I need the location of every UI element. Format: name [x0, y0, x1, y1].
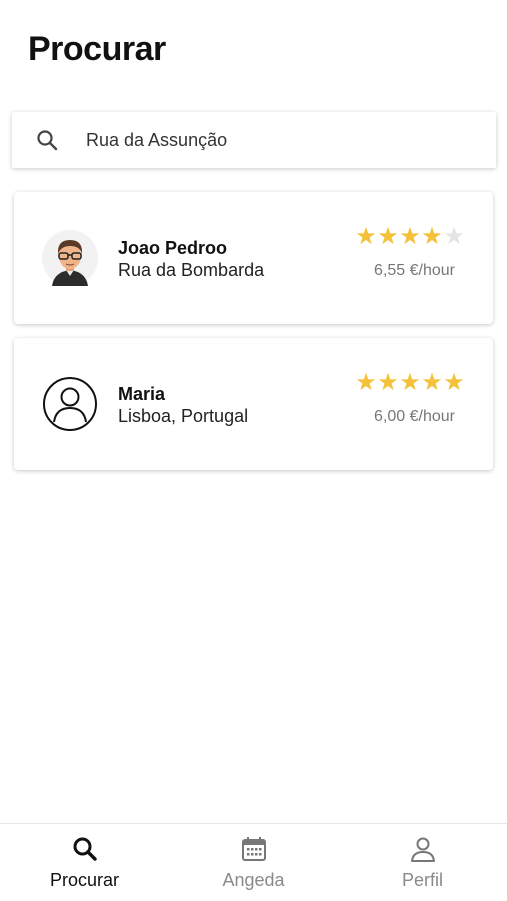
star-filled-icon: ★	[421, 369, 443, 396]
star-filled-icon: ★	[355, 223, 377, 250]
star-filled-icon: ★	[399, 369, 421, 396]
nav-label: Perfil	[401, 870, 443, 890]
nav-label: Angeda	[222, 870, 285, 890]
search-icon	[34, 127, 60, 153]
result-location: Rua da Bombarda	[118, 260, 265, 280]
cartoon-avatar-icon	[42, 230, 98, 286]
search-icon	[70, 834, 100, 864]
star-empty-icon: ★	[443, 223, 465, 250]
nav-label: Procurar	[49, 870, 120, 890]
result-card[interactable]: Maria Lisboa, Portugal ★ ★ ★ ★ ★ 6,00 €/hour	[14, 338, 493, 470]
star-filled-icon: ★	[355, 369, 377, 396]
result-name: Joao Pedroo	[118, 238, 228, 258]
search-input[interactable]	[86, 129, 466, 151]
page-title: Procurar	[28, 30, 166, 68]
rating-stars: ★ ★ ★ ★ ★	[355, 370, 465, 396]
result-price: 6,00 €/hour	[374, 408, 455, 425]
star-filled-icon: ★	[399, 223, 421, 250]
star-filled-icon: ★	[377, 223, 399, 250]
result-price: 6,55 €/hour	[374, 262, 455, 279]
search-bar[interactable]	[12, 112, 496, 168]
result-name: Maria	[118, 384, 166, 404]
star-filled-icon: ★	[443, 369, 465, 396]
star-filled-icon: ★	[421, 223, 443, 250]
nav-item-procurar[interactable]: Procurar	[0, 824, 169, 901]
rating-stars: ★ ★ ★ ★ ★	[355, 224, 465, 250]
calendar-icon	[239, 834, 269, 864]
result-card[interactable]: Joao Pedroo Rua da Bombarda ★ ★ ★ ★ ★ 6,55 €…	[14, 192, 493, 324]
result-location: Lisboa, Portugal	[118, 406, 249, 426]
nav-item-angeda[interactable]: Angeda	[169, 824, 338, 901]
nav-item-perfil[interactable]: Perfil	[338, 824, 507, 901]
user-icon	[408, 834, 438, 864]
star-filled-icon: ★	[377, 369, 399, 396]
default-user-avatar-icon	[42, 376, 98, 432]
bottom-nav: Procurar Angeda Perfil	[0, 823, 507, 901]
